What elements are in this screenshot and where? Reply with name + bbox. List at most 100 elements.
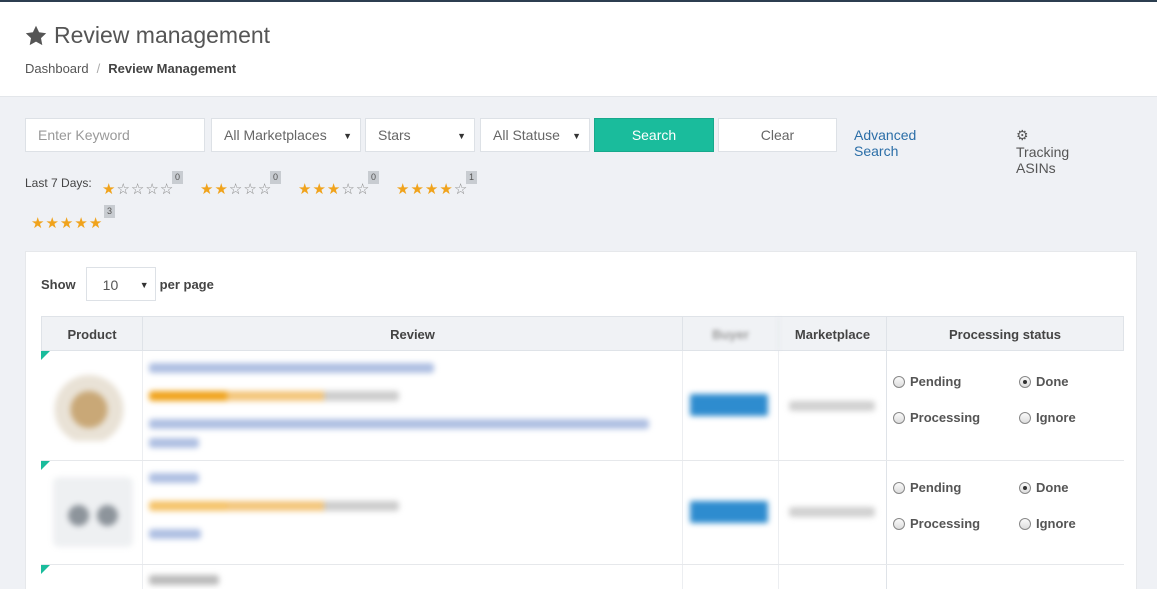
status-label: Processing: [910, 516, 981, 531]
status-label: Pending: [910, 374, 962, 389]
radio-icon: [1019, 411, 1031, 424]
search-button[interactable]: Search: [594, 118, 714, 152]
column-header-processing-status: Processing status: [949, 326, 1061, 342]
blurred-marketplace: [789, 507, 875, 517]
caret-down-icon: ▼: [457, 131, 466, 141]
status-radio-pending[interactable]: Pending: [893, 480, 961, 495]
rating-count-badge: 3: [104, 205, 116, 218]
per-page-value: 10: [102, 277, 119, 293]
show-label: Show: [41, 276, 76, 292]
star-filled-icon: ★: [312, 181, 327, 198]
breadcrumb-dashboard-link[interactable]: Dashboard: [25, 61, 89, 76]
column-header-review: Review: [143, 317, 683, 351]
status-label: Ignore: [1036, 516, 1076, 531]
radio-icon: [1019, 481, 1031, 494]
table-header: Product Review Buyer Marketplace Process…: [41, 316, 1124, 351]
blurred-review-title: [149, 575, 219, 585]
per-page-label: per page: [159, 276, 214, 292]
tracking-asins-label: Tracking ASINs: [1016, 144, 1070, 176]
status-label: Pending: [910, 480, 962, 495]
blurred-rating-line: [149, 391, 399, 401]
star-rating-icons: ★★★☆☆: [298, 182, 370, 198]
marketplace-select-value: All Marketplaces: [224, 127, 327, 143]
blurred-review-text: [149, 438, 199, 448]
star-empty-icon: ☆: [341, 181, 356, 198]
star-filled-icon: ★: [74, 215, 89, 232]
status-label: Processing: [910, 410, 981, 425]
table-row: [41, 565, 1124, 589]
star-rating-icons: ★★★★★: [31, 216, 103, 232]
status-label: Done: [1036, 480, 1069, 495]
breadcrumb-separator: /: [96, 61, 101, 76]
stars-select-value: Stars: [378, 127, 411, 143]
marketplace-select[interactable]: All Marketplaces ▼: [211, 118, 361, 152]
blurred-review-content: [41, 565, 886, 589]
status-label: Ignore: [1036, 410, 1076, 425]
column-header-buyer: Buyer: [683, 317, 779, 351]
product-image: [53, 371, 133, 441]
star-filled-icon: ★: [102, 181, 117, 198]
keyword-search-input[interactable]: Enter Keyword: [25, 118, 205, 152]
radio-icon: [1019, 375, 1031, 388]
status-radio-processing[interactable]: Processing: [893, 410, 980, 425]
star-filled-icon: ★: [88, 215, 104, 232]
star-filled-icon: ★: [59, 215, 75, 232]
status-radio-done[interactable]: Done: [1019, 374, 1069, 389]
last-7-days-label: Last 7 Days:: [25, 176, 92, 190]
star-filled-icon: ★: [439, 181, 454, 198]
status-radio-ignore[interactable]: Ignore: [1019, 516, 1076, 531]
star-icon: [25, 25, 47, 45]
blurred-review-text: [149, 419, 649, 429]
caret-down-icon: ▼: [572, 131, 581, 141]
blurred-review-text: [149, 529, 201, 539]
stars-select[interactable]: Stars ▼: [365, 118, 475, 152]
title-row: Review management: [24, 22, 270, 49]
status-radio-done[interactable]: Done: [1019, 480, 1069, 495]
star-filled-icon: ★: [424, 181, 440, 198]
radio-icon: [1019, 517, 1031, 530]
blurred-review-content: [41, 351, 886, 461]
status-radio-pending[interactable]: Pending: [893, 374, 961, 389]
blurred-review-title: [149, 473, 199, 483]
radio-icon: [893, 481, 905, 494]
reviews-panel: Show 10 ▼ per page Product Review Buyer …: [25, 251, 1137, 589]
cell-divider: [886, 351, 887, 460]
gear-icon: ⚙: [1016, 127, 1029, 143]
star-rating-icons: ★★☆☆☆: [200, 182, 272, 198]
star-filled-icon: ★: [31, 215, 46, 232]
status-label: Done: [1036, 374, 1069, 389]
clear-button[interactable]: Clear: [718, 118, 837, 152]
status-radio-ignore[interactable]: Ignore: [1019, 410, 1076, 425]
tracking-asins-link[interactable]: ⚙ Tracking ASINs: [1016, 127, 1069, 176]
breadcrumb-current: Review Management: [108, 61, 237, 76]
star-empty-icon: ☆: [116, 181, 131, 198]
star-filled-icon: ★: [214, 181, 229, 198]
cell-divider: [886, 461, 887, 564]
star-filled-icon: ★: [45, 215, 60, 232]
page-header: Review management Dashboard / Review Manag…: [0, 2, 1157, 97]
star-filled-icon: ★: [410, 181, 425, 198]
rating-count-badge: 0: [368, 171, 380, 184]
blurred-review-content: [41, 461, 886, 565]
radio-icon: [893, 517, 905, 530]
star-empty-icon: ☆: [243, 181, 258, 198]
page-title: Review management: [54, 22, 271, 48]
caret-down-icon: ▼: [139, 280, 149, 290]
status-select[interactable]: All Statuse ▼: [480, 118, 590, 152]
advanced-search-link[interactable]: Advanced Search: [854, 127, 916, 159]
star-filled-icon: ★: [298, 181, 313, 198]
product-image: [53, 477, 133, 547]
star-empty-icon: ☆: [145, 181, 160, 198]
blurred-review-title: [149, 363, 434, 373]
breadcrumb: Dashboard / Review Management: [25, 61, 236, 76]
status-radio-processing[interactable]: Processing: [893, 516, 980, 531]
blurred-rating-line: [149, 501, 399, 511]
page-size-control: Show 10 ▼ per page: [41, 267, 214, 301]
rating-count-badge: 1: [466, 171, 478, 184]
status-select-value: All Statuse: [493, 127, 560, 143]
blurred-marketplace: [789, 401, 875, 411]
star-empty-icon: ☆: [228, 181, 244, 198]
per-page-select[interactable]: 10 ▼: [85, 267, 156, 301]
column-header-marketplace: Marketplace: [779, 317, 887, 351]
star-filled-icon: ★: [396, 181, 411, 198]
